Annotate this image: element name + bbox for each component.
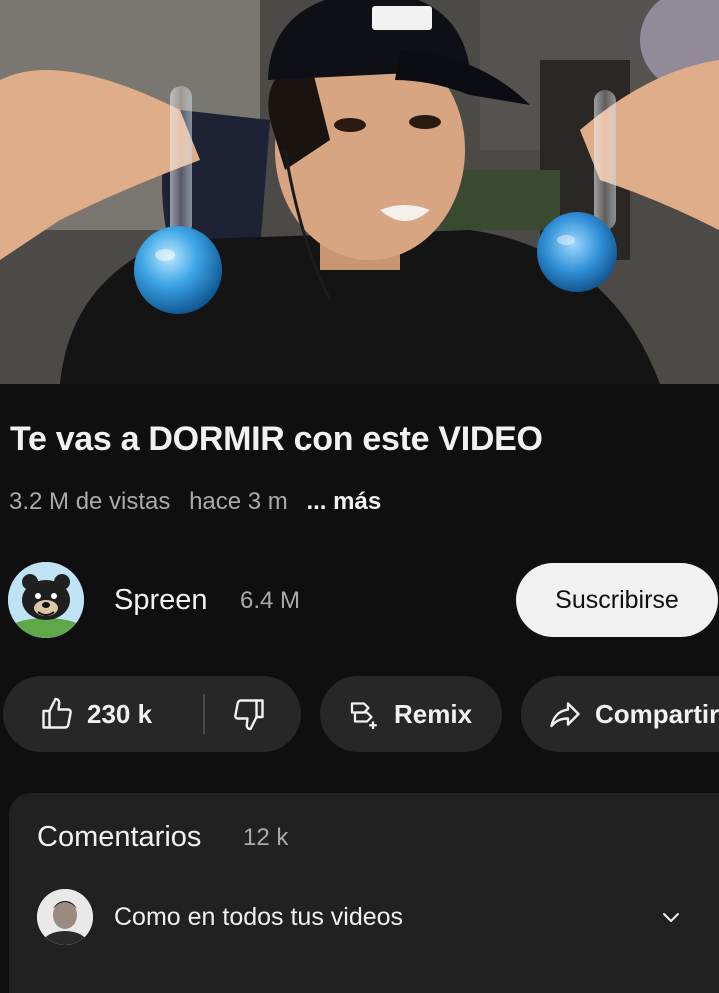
subscribe-button[interactable]: Suscribirse [516,563,718,637]
remix-icon [346,696,382,732]
video-title: Te vas a DORMIR con este VIDEO [10,420,543,458]
comments-count: 12 k [243,824,289,851]
share-button[interactable]: Compartir [521,676,719,752]
share-label: Compartir [595,698,719,729]
share-arrow-icon [547,696,583,732]
video-thumbnail [0,0,719,384]
remix-label: Remix [394,698,473,729]
upload-time: hace 3 m [189,488,288,515]
the-north-face-logo [372,6,432,30]
chevron-down-icon[interactable] [659,905,683,929]
channel-name[interactable]: Spreen [114,584,208,617]
top-comment-text: Como en todos tus videos [114,903,404,931]
thumbs-up-icon [39,696,75,732]
view-count: 3.2 M de vistas [9,488,171,515]
like-divider [203,694,205,734]
like-button[interactable]: 230 k [3,676,152,752]
video-player[interactable] [0,0,719,384]
channel-row: Spreen 6.4 M Suscribirse [0,560,719,644]
subscriber-count: 6.4 M [240,587,301,614]
like-dislike-pill: 230 k [3,676,301,752]
thumbs-down-icon [231,696,267,732]
remix-button[interactable]: Remix [320,676,502,752]
commenter-avatar [37,889,93,945]
more-link[interactable]: ... más [306,488,381,515]
like-count: 230 k [87,698,153,729]
bear-avatar-icon[interactable] [8,562,84,638]
comments-title: Comentarios [37,821,202,853]
action-bar: 230 k Remix Compartir [0,676,719,754]
video-meta[interactable]: 3.2 M de vistas hace 3 m ... más [9,488,381,516]
dislike-button[interactable] [231,676,267,752]
comments-panel[interactable]: Comentarios 12 k Como en todos tus video… [9,793,719,993]
